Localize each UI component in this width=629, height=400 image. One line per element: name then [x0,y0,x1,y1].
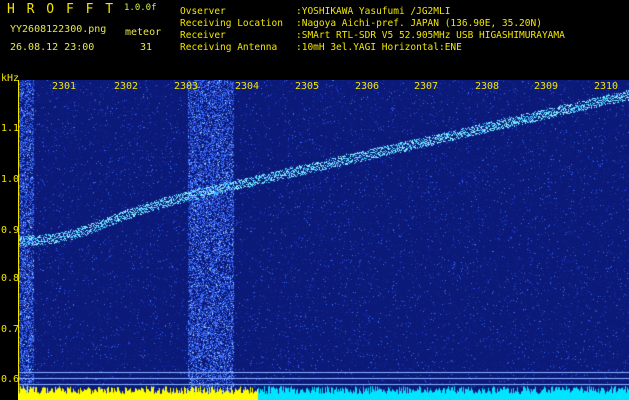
spectrogram-canvas[interactable] [18,80,629,400]
x-tick-label: 2309 [534,81,559,92]
info-value-location: :Nagoya Aichi-pref. JAPAN (136.90E, 35.2… [296,18,542,29]
status-meteor-count: 31 [140,42,153,53]
status-meteor-label: meteor [125,27,162,38]
x-tick-label: 2301 [52,81,77,92]
info-value-antenna: :10mH 3el.YAGI Horizontal:ENE [296,42,462,53]
x-tick-label: 2304 [235,81,260,92]
status-datetime: 26.08.12 23:00 [10,42,95,53]
info-value-receiver: :SMArt RTL-SDR V5 52.905MHz USB HIGASHIM… [296,30,565,41]
x-tick-label: 2308 [475,81,500,92]
y-tick-label: 0.8 [1,273,20,284]
info-label-receiver: Receiver [180,30,226,41]
status-filename: YY2608122300.png [10,24,107,35]
app-title: H R O F F T [7,2,116,17]
app-version: 1.0.0f [124,3,157,13]
x-tick-label: 2306 [355,81,380,92]
y-tick-label: 0.6 [1,374,20,385]
x-tick-label: 2310 [594,81,619,92]
y-tick-label: 0.9 [1,225,20,236]
info-label-antenna: Receiving Antenna [180,42,278,53]
y-tick-label: 1.1 [1,123,20,134]
y-tick-label: 0.7 [1,324,20,335]
x-tick-label: 2305 [295,81,320,92]
y-tick-label: 1.0 [1,174,20,185]
info-label-observer: Ovserver [180,6,226,17]
y-axis-unit: kHz [1,73,20,84]
x-tick-label: 2303 [174,81,199,92]
hroft-spectrogram-window: H R O F F T 1.0.0f YY2608122300.png mete… [0,0,629,400]
x-tick-label: 2307 [414,81,439,92]
info-label-location: Receiving Location [180,18,283,29]
x-tick-label: 2302 [114,81,139,92]
info-value-observer: :YOSHIKAWA Yasufumi /JG2MLI [296,6,451,17]
